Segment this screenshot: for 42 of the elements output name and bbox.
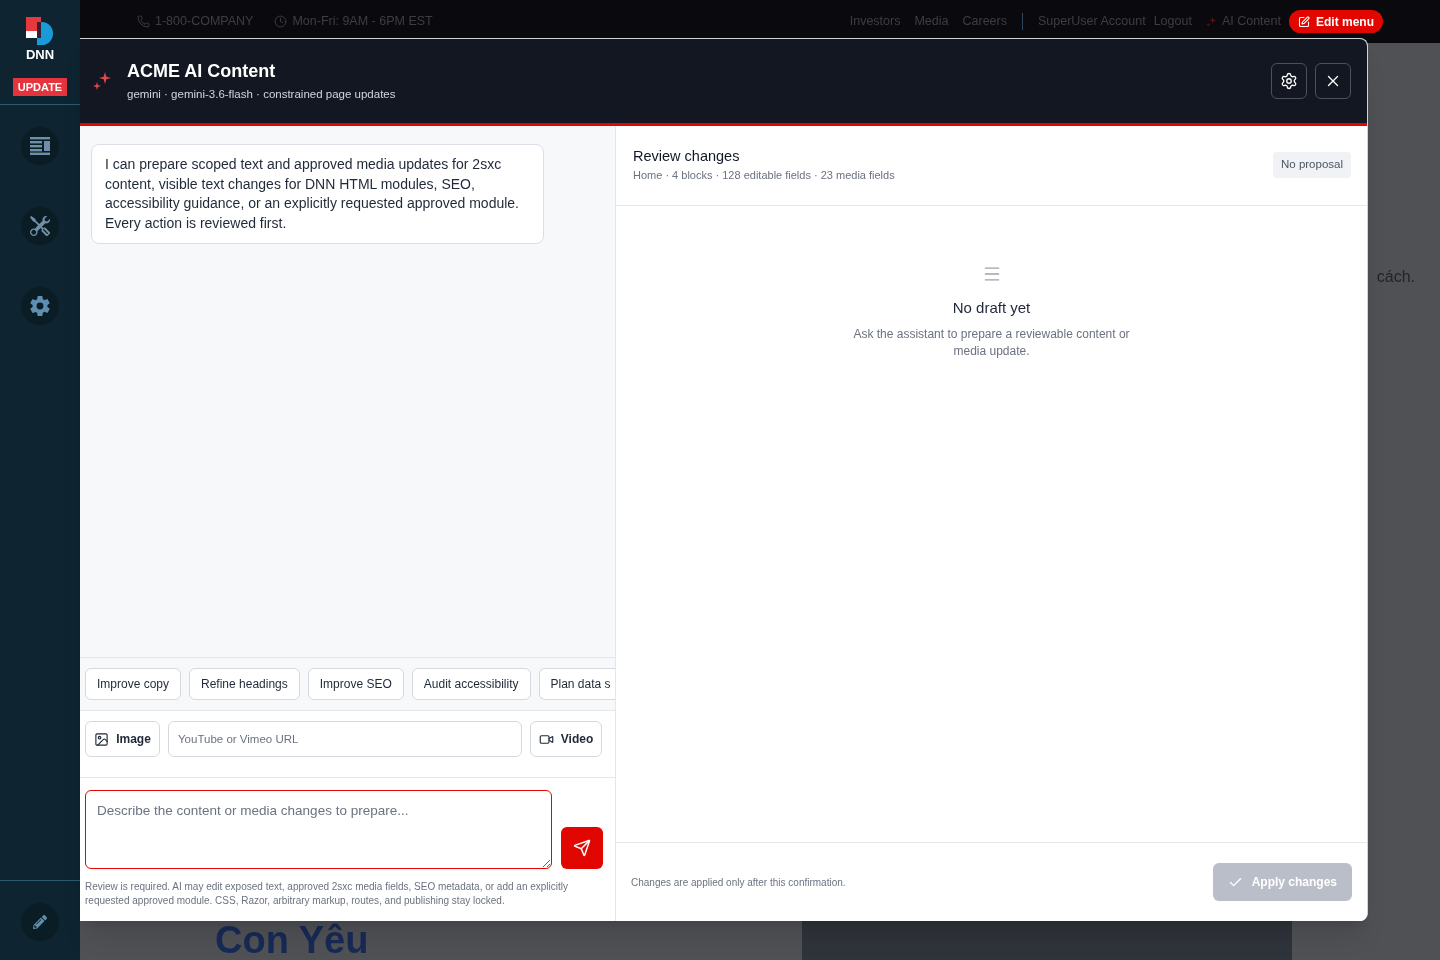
- review-summary: Home · 4 blocks · 128 editable fields · 23 media fields: [633, 168, 895, 183]
- assistant-message: I can prepare scoped text and approved media updates for 2sxc content, visible text changes for DNN HTML modules, SEO, accessibility guidance, or an explicitly requested approved module. Every action is reviewed first.: [91, 144, 544, 244]
- sparkle-icon: [1205, 16, 1216, 27]
- sparkle-icon: [93, 72, 111, 90]
- document-button[interactable]: [21, 127, 59, 165]
- logo-icon: [26, 17, 54, 45]
- logo-wordmark: DNN: [25, 48, 55, 61]
- settings-button[interactable]: [1271, 63, 1307, 99]
- tools-icon: [30, 216, 50, 236]
- review-notice: Review is required. AI may edit exposed text, approved 2sxc media fields, SEO metadata, or add an explicitly requested approved module. CSS, Razor, arbitrary markup, routes, and publishing stay locked.: [85, 880, 570, 908]
- clock-icon: [274, 15, 288, 28]
- video-button[interactable]: Video: [530, 721, 602, 757]
- page-heading: Con Yêu: [215, 921, 369, 960]
- update-badge: UPDATE: [13, 78, 67, 96]
- close-button[interactable]: [1315, 63, 1351, 99]
- send-icon: [573, 839, 591, 857]
- settings-icon: [29, 295, 51, 317]
- pencil-icon: [33, 915, 47, 929]
- suggestion-chip[interactable]: Plan data s: [538, 668, 615, 700]
- image-button[interactable]: Image: [85, 721, 160, 757]
- empty-description: Ask the assistant to prepare a reviewable content or media update.: [852, 326, 1131, 360]
- prompt-field[interactable]: Describe the content or media changes to prepare...: [85, 790, 552, 869]
- status-badge: No proposal: [1273, 152, 1351, 178]
- review-title: Review changes: [633, 147, 741, 166]
- image-icon: [94, 731, 110, 747]
- dialog-title: ACME AI Content: [127, 60, 277, 82]
- edit-icon: [1298, 15, 1310, 28]
- tools-button[interactable]: [21, 207, 59, 245]
- phone-icon: [137, 15, 150, 28]
- dialog-subtitle: gemini · gemini-3.6-flash · constrained page updates: [127, 87, 396, 102]
- document-icon: [30, 137, 50, 155]
- confirmation-note: Changes are applied only after this confirmation.: [631, 875, 846, 890]
- video-url-field[interactable]: YouTube or Vimeo URL: [168, 721, 522, 757]
- empty-title: No draft yet: [952, 298, 1031, 318]
- pencil-button[interactable]: [21, 903, 59, 941]
- suggestion-chip[interactable]: Refine headings: [189, 668, 300, 700]
- settings-icon: [1280, 72, 1298, 90]
- suggestion-chip[interactable]: Audit accessibility: [411, 668, 531, 700]
- edit-menu-button[interactable]: Edit menu: [1289, 10, 1383, 33]
- suggestion-chip[interactable]: Improve SEO: [307, 668, 404, 700]
- suggestion-chip[interactable]: Improve copy: [85, 668, 182, 700]
- send-button[interactable]: [561, 827, 603, 869]
